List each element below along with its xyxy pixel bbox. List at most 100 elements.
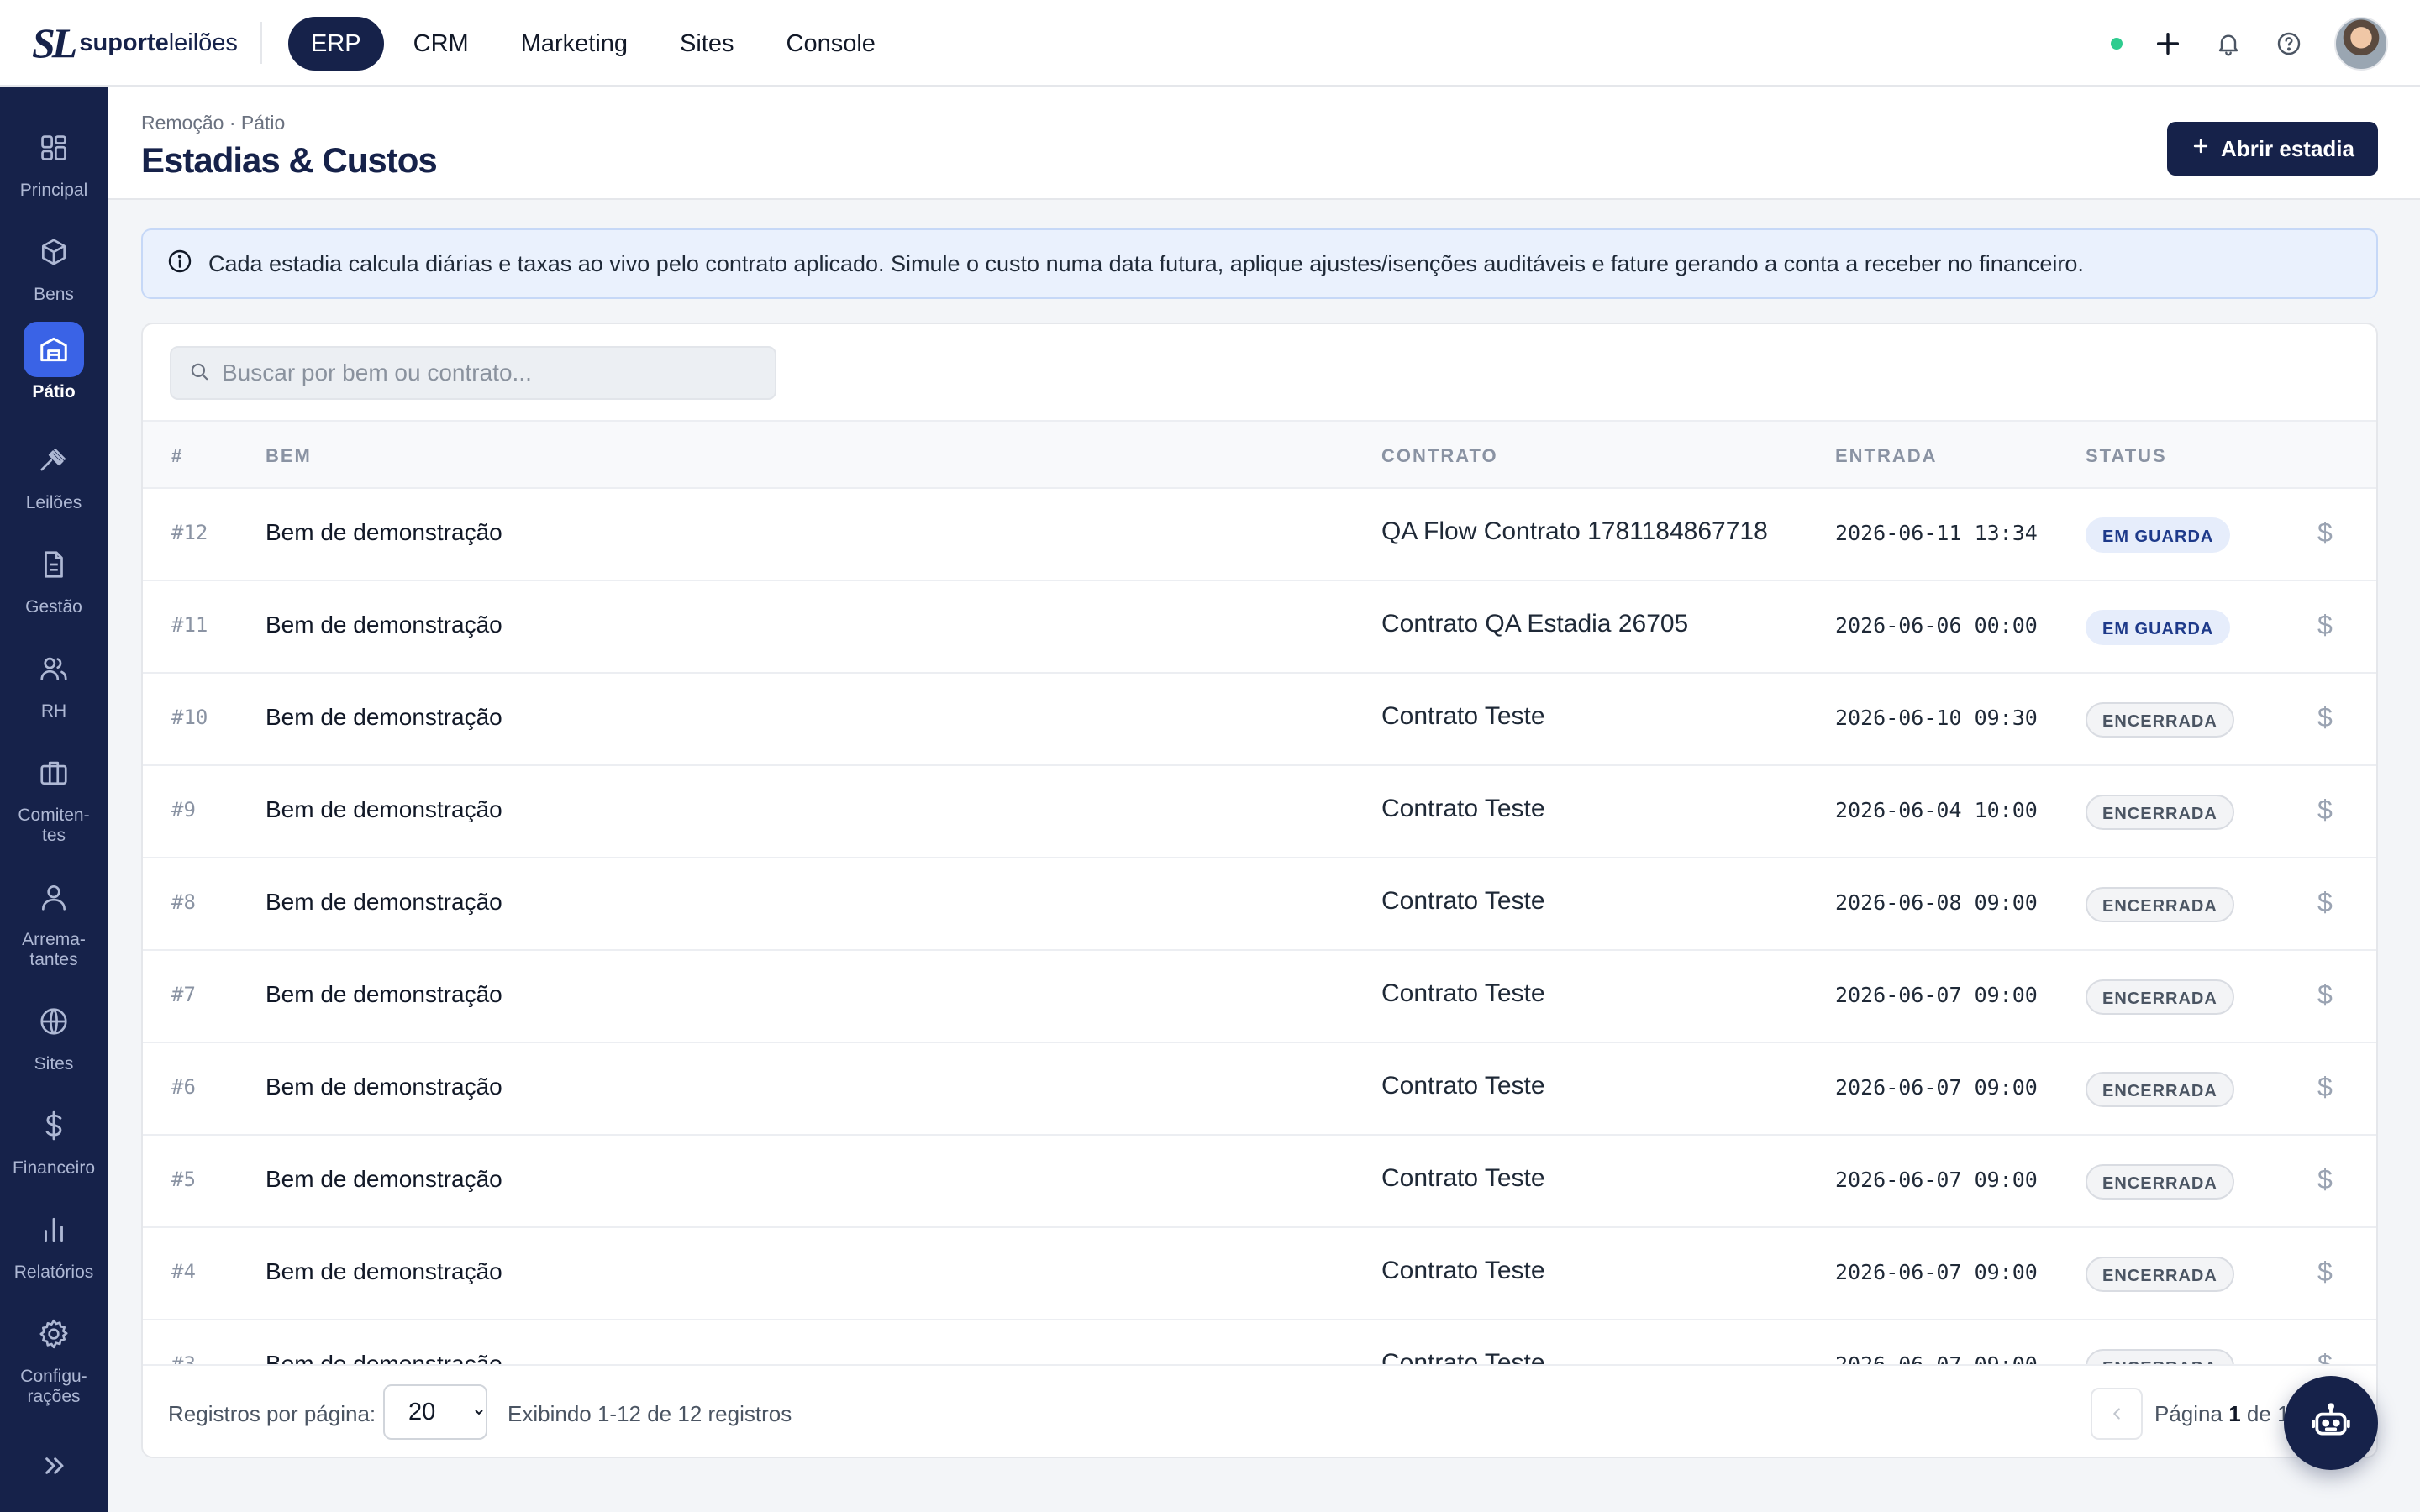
globe-icon xyxy=(24,994,84,1049)
table-row[interactable]: #4 Bem de demonstração Contrato Teste 20… xyxy=(143,1228,2376,1320)
table-row[interactable]: #10 Bem de demonstração Contrato Teste 2… xyxy=(143,674,2376,766)
sidebar-item-label: Configu-rações xyxy=(20,1367,87,1406)
sidebar-item-financeiro[interactable]: Financeiro xyxy=(0,1098,108,1179)
sidebar-item-configuracoes[interactable]: Configu-rações xyxy=(0,1306,108,1407)
warehouse-icon xyxy=(24,322,84,377)
invoice-dollar-icon[interactable]: $ xyxy=(2317,887,2333,918)
info-icon xyxy=(166,248,193,281)
invoice-dollar-icon[interactable]: $ xyxy=(2317,979,2333,1011)
tab-crm[interactable]: CRM xyxy=(391,17,492,71)
row-bem[interactable]: Bem de demonstração xyxy=(266,1351,502,1364)
sidebar-item-leiloes[interactable]: Leilões xyxy=(0,433,108,513)
topbar-divider xyxy=(260,22,262,64)
gear-icon xyxy=(24,1306,84,1362)
online-status-dot xyxy=(2111,38,2123,50)
robot-icon xyxy=(2310,1400,2352,1446)
search-input[interactable] xyxy=(222,360,760,386)
sidebar-item-bens[interactable]: Bens xyxy=(0,224,108,305)
stays-table-card: # BEM CONTRATO ENTRADA STATUS #12 Bem de… xyxy=(141,323,2378,1458)
sidebar-item-relatorios[interactable]: Relatórios xyxy=(0,1202,108,1283)
sidebar-item-gestao[interactable]: Gestão xyxy=(0,537,108,617)
sidebar-item-arrematantes[interactable]: Arrema-tantes xyxy=(0,869,108,970)
sidebar-item-label: Relatórios xyxy=(13,1263,94,1282)
sidebar-item-label: Sites xyxy=(34,1054,74,1074)
app-logo[interactable]: SL suporteleilões xyxy=(32,19,238,66)
table-row[interactable]: #5 Bem de demonstração Contrato Teste 20… xyxy=(143,1136,2376,1228)
tab-sites[interactable]: Sites xyxy=(657,17,756,71)
column-header-bem[interactable]: BEM xyxy=(266,445,312,467)
row-contrato: Contrato QA Estadia 26705 xyxy=(1381,610,1689,638)
invoice-dollar-icon[interactable]: $ xyxy=(2317,795,2333,826)
tab-erp[interactable]: ERP xyxy=(288,17,384,71)
sidebar-item-principal[interactable]: Principal xyxy=(0,120,108,201)
row-id: #6 xyxy=(171,1075,196,1099)
document-icon xyxy=(24,537,84,592)
sidebar-item-label: Pátio xyxy=(32,382,76,402)
sidebar-item-patio[interactable]: Pátio xyxy=(0,322,108,402)
briefcase-icon xyxy=(24,745,84,801)
tab-console[interactable]: Console xyxy=(764,17,898,71)
status-badge: ENCERRADA xyxy=(2086,1164,2234,1200)
page-header: Remoção · Pátio Estadias & Custos Abrir … xyxy=(108,87,2420,200)
column-header-id[interactable]: # xyxy=(171,445,183,467)
invoice-dollar-icon[interactable]: $ xyxy=(2317,1349,2333,1364)
invoice-dollar-icon[interactable]: $ xyxy=(2317,1257,2333,1288)
open-stay-button-label: Abrir estadia xyxy=(2221,135,2354,161)
row-bem[interactable]: Bem de demonstração xyxy=(266,889,502,916)
table-row[interactable]: #6 Bem de demonstração Contrato Teste 20… xyxy=(143,1043,2376,1136)
per-page-select[interactable]: 20 xyxy=(383,1384,487,1440)
help-icon[interactable] xyxy=(2274,29,2304,59)
row-id: #7 xyxy=(171,983,196,1006)
row-entrada: 2026-06-06 00:00 xyxy=(1835,613,2038,638)
assistant-button[interactable] xyxy=(2284,1376,2378,1470)
status-badge: ENCERRADA xyxy=(2086,795,2234,830)
row-bem[interactable]: Bem de demonstração xyxy=(266,1166,502,1193)
table-row[interactable]: #12 Bem de demonstração QA Flow Contrato… xyxy=(143,489,2376,581)
column-header-status[interactable]: STATUS xyxy=(2086,445,2167,467)
status-badge: ENCERRADA xyxy=(2086,1349,2234,1364)
row-contrato: Contrato Teste xyxy=(1381,795,1545,822)
row-bem[interactable]: Bem de demonstração xyxy=(266,1258,502,1285)
row-bem[interactable]: Bem de demonstração xyxy=(266,704,502,731)
plus-icon[interactable] xyxy=(2153,29,2183,59)
table-row[interactable]: #7 Bem de demonstração Contrato Teste 20… xyxy=(143,951,2376,1043)
table-row[interactable]: #3 Bem de demonstração Contrato Teste 20… xyxy=(143,1320,2376,1364)
row-bem[interactable]: Bem de demonstração xyxy=(266,981,502,1008)
invoice-dollar-icon[interactable]: $ xyxy=(2317,610,2333,641)
invoice-dollar-icon[interactable]: $ xyxy=(2317,1072,2333,1103)
row-contrato: Contrato Teste xyxy=(1381,1072,1545,1100)
row-bem[interactable]: Bem de demonstração xyxy=(266,796,502,823)
invoice-dollar-icon[interactable]: $ xyxy=(2317,1164,2333,1195)
column-header-contrato[interactable]: CONTRATO xyxy=(1381,445,1498,467)
invoice-dollar-icon[interactable]: $ xyxy=(2317,702,2333,733)
sidebar-item-comitentes[interactable]: Comiten-tes xyxy=(0,745,108,846)
search-box xyxy=(170,346,776,400)
row-id: #3 xyxy=(171,1352,196,1364)
sidebar: Principal Bens Pátio Leilões Gestão RH C… xyxy=(0,87,108,1512)
table-row[interactable]: #11 Bem de demonstração Contrato QA Esta… xyxy=(143,581,2376,674)
page-current: 1 xyxy=(2228,1401,2241,1426)
tab-marketing[interactable]: Marketing xyxy=(498,17,650,71)
status-badge: EM GUARDA xyxy=(2086,610,2231,645)
invoice-dollar-icon[interactable]: $ xyxy=(2317,517,2333,549)
bell-icon[interactable] xyxy=(2213,29,2244,59)
user-avatar[interactable] xyxy=(2334,17,2388,71)
bar-chart-icon xyxy=(24,1202,84,1257)
sidebar-item-rh[interactable]: RH xyxy=(0,641,108,722)
table-row[interactable]: #8 Bem de demonstração Contrato Teste 20… xyxy=(143,858,2376,951)
logo-text-light: leilões xyxy=(168,29,238,56)
topbar-actions xyxy=(2111,15,2388,72)
row-bem[interactable]: Bem de demonstração xyxy=(266,1074,502,1100)
chevrons-right-icon[interactable] xyxy=(37,1449,71,1487)
sidebar-item-sites[interactable]: Sites xyxy=(0,994,108,1074)
row-contrato: Contrato Teste xyxy=(1381,1349,1545,1364)
row-entrada: 2026-06-07 09:00 xyxy=(1835,1075,2038,1100)
prev-page-button[interactable] xyxy=(2091,1388,2143,1440)
column-header-entrada[interactable]: ENTRADA xyxy=(1835,445,1938,467)
row-bem[interactable]: Bem de demonstração xyxy=(266,519,502,546)
row-bem[interactable]: Bem de demonstração xyxy=(266,612,502,638)
page-title: Estadias & Custos xyxy=(141,140,438,180)
open-stay-button[interactable]: Abrir estadia xyxy=(2167,122,2378,176)
box-icon xyxy=(24,224,84,280)
table-row[interactable]: #9 Bem de demonstração Contrato Teste 20… xyxy=(143,766,2376,858)
